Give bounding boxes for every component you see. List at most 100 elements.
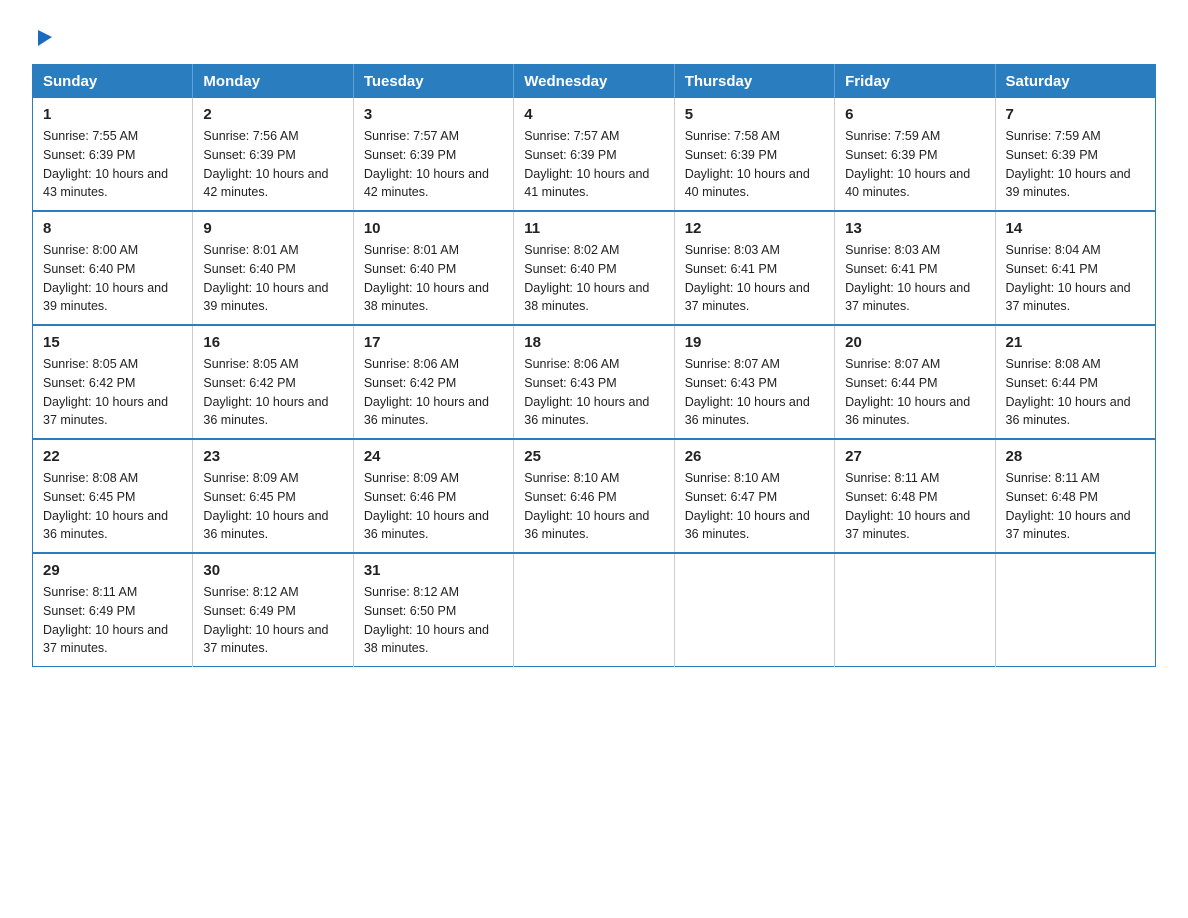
day-info: Sunrise: 8:07 AMSunset: 6:43 PMDaylight:… bbox=[685, 357, 810, 427]
day-info: Sunrise: 8:11 AMSunset: 6:48 PMDaylight:… bbox=[845, 471, 970, 541]
day-info: Sunrise: 8:01 AMSunset: 6:40 PMDaylight:… bbox=[203, 243, 328, 313]
day-number: 23 bbox=[203, 448, 342, 465]
calendar-cell: 3 Sunrise: 7:57 AMSunset: 6:39 PMDayligh… bbox=[353, 98, 513, 211]
calendar-body: 1 Sunrise: 7:55 AMSunset: 6:39 PMDayligh… bbox=[33, 98, 1156, 667]
day-info: Sunrise: 8:06 AMSunset: 6:42 PMDaylight:… bbox=[364, 357, 489, 427]
weekday-header-thursday: Thursday bbox=[674, 65, 834, 99]
calendar-cell bbox=[674, 553, 834, 667]
day-number: 17 bbox=[364, 334, 503, 351]
calendar-cell: 9 Sunrise: 8:01 AMSunset: 6:40 PMDayligh… bbox=[193, 211, 353, 325]
day-info: Sunrise: 8:08 AMSunset: 6:44 PMDaylight:… bbox=[1006, 357, 1131, 427]
day-number: 6 bbox=[845, 106, 984, 123]
calendar-cell: 28 Sunrise: 8:11 AMSunset: 6:48 PMDaylig… bbox=[995, 439, 1155, 553]
day-info: Sunrise: 7:59 AMSunset: 6:39 PMDaylight:… bbox=[845, 129, 970, 199]
calendar-cell: 1 Sunrise: 7:55 AMSunset: 6:39 PMDayligh… bbox=[33, 98, 193, 211]
day-number: 18 bbox=[524, 334, 663, 351]
calendar-cell: 20 Sunrise: 8:07 AMSunset: 6:44 PMDaylig… bbox=[835, 325, 995, 439]
calendar-cell: 10 Sunrise: 8:01 AMSunset: 6:40 PMDaylig… bbox=[353, 211, 513, 325]
calendar-week-4: 22 Sunrise: 8:08 AMSunset: 6:45 PMDaylig… bbox=[33, 439, 1156, 553]
day-number: 30 bbox=[203, 562, 342, 579]
calendar-cell: 8 Sunrise: 8:00 AMSunset: 6:40 PMDayligh… bbox=[33, 211, 193, 325]
day-info: Sunrise: 7:58 AMSunset: 6:39 PMDaylight:… bbox=[685, 129, 810, 199]
calendar-cell: 2 Sunrise: 7:56 AMSunset: 6:39 PMDayligh… bbox=[193, 98, 353, 211]
calendar-cell bbox=[995, 553, 1155, 667]
day-number: 5 bbox=[685, 106, 824, 123]
calendar-cell: 30 Sunrise: 8:12 AMSunset: 6:49 PMDaylig… bbox=[193, 553, 353, 667]
day-number: 27 bbox=[845, 448, 984, 465]
day-number: 10 bbox=[364, 220, 503, 237]
calendar-cell: 29 Sunrise: 8:11 AMSunset: 6:49 PMDaylig… bbox=[33, 553, 193, 667]
day-info: Sunrise: 8:10 AMSunset: 6:47 PMDaylight:… bbox=[685, 471, 810, 541]
weekday-header-tuesday: Tuesday bbox=[353, 65, 513, 99]
day-info: Sunrise: 8:04 AMSunset: 6:41 PMDaylight:… bbox=[1006, 243, 1131, 313]
calendar-cell: 21 Sunrise: 8:08 AMSunset: 6:44 PMDaylig… bbox=[995, 325, 1155, 439]
day-info: Sunrise: 8:07 AMSunset: 6:44 PMDaylight:… bbox=[845, 357, 970, 427]
weekday-header-friday: Friday bbox=[835, 65, 995, 99]
calendar-table: SundayMondayTuesdayWednesdayThursdayFrid… bbox=[32, 64, 1156, 667]
day-number: 7 bbox=[1006, 106, 1145, 123]
day-number: 26 bbox=[685, 448, 824, 465]
day-info: Sunrise: 8:09 AMSunset: 6:46 PMDaylight:… bbox=[364, 471, 489, 541]
calendar-cell: 16 Sunrise: 8:05 AMSunset: 6:42 PMDaylig… bbox=[193, 325, 353, 439]
day-info: Sunrise: 8:05 AMSunset: 6:42 PMDaylight:… bbox=[203, 357, 328, 427]
day-number: 19 bbox=[685, 334, 824, 351]
day-info: Sunrise: 7:57 AMSunset: 6:39 PMDaylight:… bbox=[524, 129, 649, 199]
day-number: 21 bbox=[1006, 334, 1145, 351]
calendar-cell: 26 Sunrise: 8:10 AMSunset: 6:47 PMDaylig… bbox=[674, 439, 834, 553]
day-info: Sunrise: 8:11 AMSunset: 6:48 PMDaylight:… bbox=[1006, 471, 1131, 541]
calendar-cell: 13 Sunrise: 8:03 AMSunset: 6:41 PMDaylig… bbox=[835, 211, 995, 325]
day-number: 14 bbox=[1006, 220, 1145, 237]
day-number: 4 bbox=[524, 106, 663, 123]
calendar-cell: 17 Sunrise: 8:06 AMSunset: 6:42 PMDaylig… bbox=[353, 325, 513, 439]
day-number: 2 bbox=[203, 106, 342, 123]
day-number: 3 bbox=[364, 106, 503, 123]
calendar-cell: 14 Sunrise: 8:04 AMSunset: 6:41 PMDaylig… bbox=[995, 211, 1155, 325]
day-info: Sunrise: 8:03 AMSunset: 6:41 PMDaylight:… bbox=[845, 243, 970, 313]
weekday-header-saturday: Saturday bbox=[995, 65, 1155, 99]
calendar-cell: 5 Sunrise: 7:58 AMSunset: 6:39 PMDayligh… bbox=[674, 98, 834, 211]
calendar-cell: 31 Sunrise: 8:12 AMSunset: 6:50 PMDaylig… bbox=[353, 553, 513, 667]
day-info: Sunrise: 8:02 AMSunset: 6:40 PMDaylight:… bbox=[524, 243, 649, 313]
day-info: Sunrise: 7:59 AMSunset: 6:39 PMDaylight:… bbox=[1006, 129, 1131, 199]
calendar-cell: 19 Sunrise: 8:07 AMSunset: 6:43 PMDaylig… bbox=[674, 325, 834, 439]
day-info: Sunrise: 8:03 AMSunset: 6:41 PMDaylight:… bbox=[685, 243, 810, 313]
day-number: 9 bbox=[203, 220, 342, 237]
calendar-cell: 18 Sunrise: 8:06 AMSunset: 6:43 PMDaylig… bbox=[514, 325, 674, 439]
calendar-cell: 25 Sunrise: 8:10 AMSunset: 6:46 PMDaylig… bbox=[514, 439, 674, 553]
day-number: 12 bbox=[685, 220, 824, 237]
day-info: Sunrise: 7:56 AMSunset: 6:39 PMDaylight:… bbox=[203, 129, 328, 199]
calendar-cell: 7 Sunrise: 7:59 AMSunset: 6:39 PMDayligh… bbox=[995, 98, 1155, 211]
calendar-cell bbox=[514, 553, 674, 667]
calendar-cell: 23 Sunrise: 8:09 AMSunset: 6:45 PMDaylig… bbox=[193, 439, 353, 553]
weekday-header-monday: Monday bbox=[193, 65, 353, 99]
day-info: Sunrise: 8:00 AMSunset: 6:40 PMDaylight:… bbox=[43, 243, 168, 313]
calendar-cell: 12 Sunrise: 8:03 AMSunset: 6:41 PMDaylig… bbox=[674, 211, 834, 325]
day-number: 16 bbox=[203, 334, 342, 351]
calendar-week-1: 1 Sunrise: 7:55 AMSunset: 6:39 PMDayligh… bbox=[33, 98, 1156, 211]
calendar-cell: 24 Sunrise: 8:09 AMSunset: 6:46 PMDaylig… bbox=[353, 439, 513, 553]
day-number: 22 bbox=[43, 448, 182, 465]
day-info: Sunrise: 8:09 AMSunset: 6:45 PMDaylight:… bbox=[203, 471, 328, 541]
calendar-cell: 27 Sunrise: 8:11 AMSunset: 6:48 PMDaylig… bbox=[835, 439, 995, 553]
day-number: 20 bbox=[845, 334, 984, 351]
calendar-cell bbox=[835, 553, 995, 667]
logo bbox=[32, 24, 56, 48]
calendar-week-2: 8 Sunrise: 8:00 AMSunset: 6:40 PMDayligh… bbox=[33, 211, 1156, 325]
day-number: 25 bbox=[524, 448, 663, 465]
day-info: Sunrise: 7:57 AMSunset: 6:39 PMDaylight:… bbox=[364, 129, 489, 199]
calendar-cell: 22 Sunrise: 8:08 AMSunset: 6:45 PMDaylig… bbox=[33, 439, 193, 553]
day-info: Sunrise: 8:12 AMSunset: 6:49 PMDaylight:… bbox=[203, 585, 328, 655]
day-number: 11 bbox=[524, 220, 663, 237]
day-number: 1 bbox=[43, 106, 182, 123]
day-info: Sunrise: 8:11 AMSunset: 6:49 PMDaylight:… bbox=[43, 585, 168, 655]
logo-arrow-icon bbox=[34, 26, 56, 48]
day-number: 29 bbox=[43, 562, 182, 579]
page-header bbox=[32, 24, 1156, 48]
day-number: 13 bbox=[845, 220, 984, 237]
day-info: Sunrise: 8:12 AMSunset: 6:50 PMDaylight:… bbox=[364, 585, 489, 655]
calendar-cell: 6 Sunrise: 7:59 AMSunset: 6:39 PMDayligh… bbox=[835, 98, 995, 211]
day-number: 8 bbox=[43, 220, 182, 237]
calendar-cell: 4 Sunrise: 7:57 AMSunset: 6:39 PMDayligh… bbox=[514, 98, 674, 211]
day-number: 28 bbox=[1006, 448, 1145, 465]
weekday-header-sunday: Sunday bbox=[33, 65, 193, 99]
